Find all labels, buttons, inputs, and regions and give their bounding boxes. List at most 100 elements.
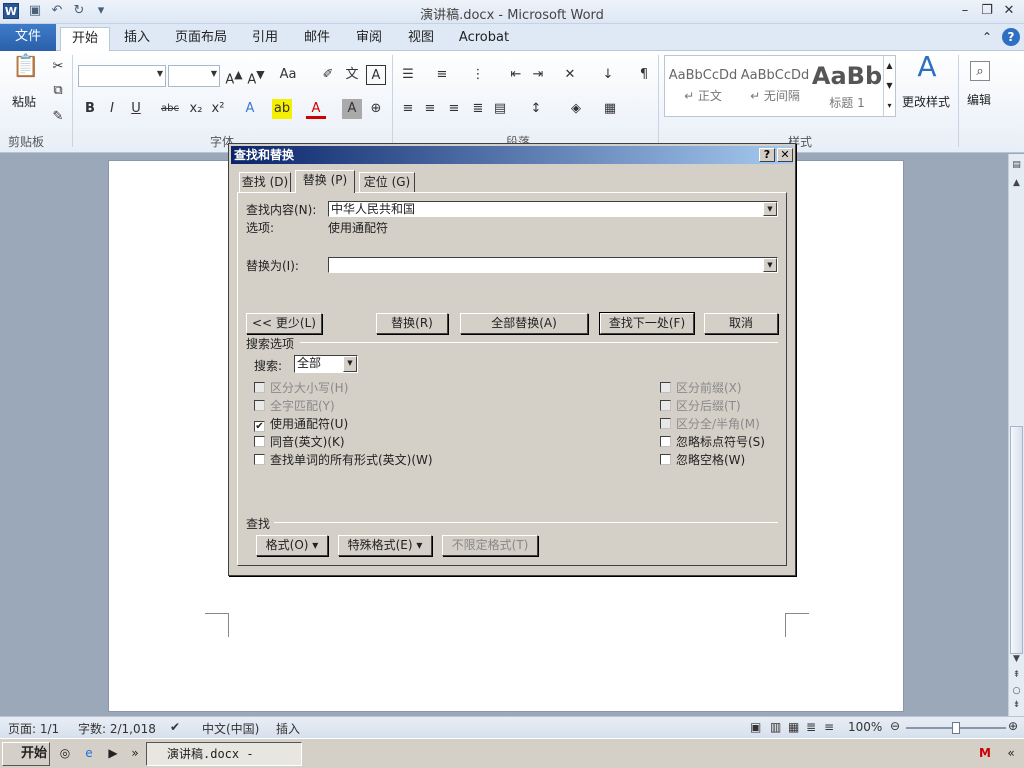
previous-page-icon[interactable]: ⇞ xyxy=(1009,670,1024,680)
asian-layout-icon[interactable]: ✕ xyxy=(560,65,580,85)
ignore-punctuation-checkbox[interactable]: 忽略标点符号(S) xyxy=(660,433,765,450)
browse-object-icon[interactable]: ○ xyxy=(1009,686,1024,696)
help-button[interactable]: ? xyxy=(759,148,775,162)
align-right-icon[interactable]: ≡ xyxy=(444,99,464,119)
editing-label[interactable]: 编辑 xyxy=(967,91,991,108)
tab-home[interactable]: 开始 xyxy=(60,27,110,52)
numbering-icon[interactable]: ≡ xyxy=(432,65,452,85)
tab-mailings[interactable]: 邮件 xyxy=(296,27,338,51)
find-dropdown-icon[interactable]: ▼ xyxy=(763,202,777,216)
start-button[interactable]: 开始 xyxy=(2,742,50,766)
outline-icon[interactable]: ≣ xyxy=(806,720,816,734)
find-input[interactable]: 中华人民共和国 ▼ xyxy=(328,201,778,217)
tab-review[interactable]: 审阅 xyxy=(348,27,390,51)
cut-icon[interactable]: ✂ xyxy=(48,57,68,77)
change-styles-label[interactable]: 更改样式 xyxy=(902,93,950,110)
help-icon[interactable]: ? xyxy=(1002,28,1020,46)
change-styles-icon[interactable]: A xyxy=(912,53,942,89)
dialog-close-button[interactable]: ✕ xyxy=(777,148,793,162)
tab-goto[interactable]: 定位 (G) xyxy=(359,172,415,192)
copy-icon[interactable]: ⧉ xyxy=(48,81,68,101)
tray-expand-icon[interactable]: « xyxy=(1002,744,1020,762)
special-format-button[interactable]: 特殊格式(E) ▾ xyxy=(338,535,432,556)
line-spacing-icon[interactable]: ↕ xyxy=(526,99,546,119)
enclose-characters-icon[interactable]: ⊕ xyxy=(366,99,386,119)
vertical-scrollbar[interactable]: ▤ ▲ ▼ ⇞ ○ ⇟ xyxy=(1008,154,1024,716)
tab-file[interactable]: 文件 xyxy=(0,24,56,51)
text-effects-icon[interactable]: A xyxy=(240,99,260,119)
ignore-whitespace-checkbox[interactable]: 忽略空格(W) xyxy=(660,451,745,468)
shading-icon[interactable]: ◈ xyxy=(566,99,586,119)
sort-icon[interactable]: ↓ xyxy=(598,65,618,85)
justify-icon[interactable]: ≣ xyxy=(468,99,488,119)
tab-find[interactable]: 查找 (D) xyxy=(239,172,291,192)
font-color-icon[interactable]: A xyxy=(306,99,326,119)
italic-icon[interactable]: I xyxy=(102,99,122,119)
desktop-icon[interactable]: ◎ xyxy=(56,744,74,762)
grow-font-icon[interactable]: A▲ xyxy=(224,65,244,87)
zoom-slider-knob[interactable] xyxy=(952,722,960,734)
underline-icon[interactable]: U xyxy=(126,99,146,119)
tab-view[interactable]: 视图 xyxy=(400,27,442,51)
close-icon[interactable]: ✕ xyxy=(1000,2,1018,20)
bullets-icon[interactable]: ☰ xyxy=(398,65,418,85)
sounds-like-checkbox[interactable]: 同音(英文)(K) xyxy=(254,433,345,450)
tray-app-icon[interactable]: M xyxy=(976,744,994,762)
match-prefix-checkbox[interactable]: 区分前缀(X) xyxy=(660,379,742,396)
scroll-up-icon[interactable]: ▲ xyxy=(1009,178,1024,188)
tab-insert[interactable]: 插入 xyxy=(116,27,158,51)
zoom-level[interactable]: 100% xyxy=(848,720,882,734)
search-direction-select[interactable]: 全部 ▼ xyxy=(294,355,358,373)
minimize-ribbon-icon[interactable]: ⌃ xyxy=(978,28,996,46)
align-left-icon[interactable]: ≡ xyxy=(398,99,418,119)
scroll-down-icon[interactable]: ▼ xyxy=(1009,654,1024,664)
paste-label[interactable]: 粘贴 xyxy=(12,93,36,110)
font-size-combo[interactable]: ▼ xyxy=(168,65,220,87)
web-layout-icon[interactable]: ▦ xyxy=(788,720,799,734)
all-word-forms-checkbox[interactable]: 查找单词的所有形式(英文)(W) xyxy=(254,451,433,468)
restore-icon[interactable]: ❐ xyxy=(978,2,996,20)
distributed-icon[interactable]: ▤ xyxy=(490,99,510,119)
language[interactable]: 中文(中国) xyxy=(202,720,259,737)
shrink-font-icon[interactable]: A▼ xyxy=(246,65,266,87)
style-no-spacing[interactable]: AaBbCcDd ↵ 无间隔 xyxy=(739,56,811,116)
character-shading-icon[interactable]: A xyxy=(342,99,362,119)
draft-icon[interactable]: ≡ xyxy=(824,720,834,734)
style-normal[interactable]: AaBbCcDd ↵ 正文 xyxy=(667,56,739,116)
zoom-out-icon[interactable]: ⊖ xyxy=(890,719,900,733)
subscript-icon[interactable]: x₂ xyxy=(186,99,206,119)
format-button[interactable]: 格式(O) ▾ xyxy=(256,535,328,556)
search-direction-dropdown-icon[interactable]: ▼ xyxy=(343,356,357,372)
bold-icon[interactable]: B xyxy=(80,99,100,119)
proofing-icon[interactable]: ✔ xyxy=(170,720,180,734)
phonetic-guide-icon[interactable]: 文 xyxy=(342,65,362,85)
font-name-combo[interactable]: ▼ xyxy=(78,65,166,87)
find-next-button[interactable]: 查找下一处(F) xyxy=(599,312,695,335)
scroll-thumb[interactable] xyxy=(1010,426,1023,654)
word-count[interactable]: 字数: 2/1,018 xyxy=(78,720,156,737)
dialog-title-bar[interactable]: 查找和替换 xyxy=(231,146,793,164)
increase-indent-icon[interactable]: ⇥ xyxy=(528,65,548,85)
match-suffix-checkbox[interactable]: 区分后缀(T) xyxy=(660,397,741,414)
style-heading-1[interactable]: AaBb 标题 1 xyxy=(811,56,883,116)
multilevel-list-icon[interactable]: ⋮ xyxy=(468,65,488,85)
clear-formatting-icon[interactable]: ✐ xyxy=(318,65,338,85)
format-painter-icon[interactable]: ✎ xyxy=(48,107,68,127)
tab-references[interactable]: 引用 xyxy=(244,27,286,51)
replace-button[interactable]: 替换(R) xyxy=(376,313,448,334)
print-layout-icon[interactable]: ▣ xyxy=(750,720,761,734)
use-wildcards-checkbox[interactable]: ✔ 使用通配符(U) xyxy=(254,415,348,432)
paste-icon[interactable]: 📋 xyxy=(12,56,40,87)
replace-input[interactable]: ▼ xyxy=(328,257,778,273)
styles-scroll[interactable]: ▲ ▼ ▾ xyxy=(883,56,895,116)
ruler-toggle-icon[interactable]: ▤ xyxy=(1009,160,1024,170)
decrease-indent-icon[interactable]: ⇤ xyxy=(506,65,526,85)
tab-page-layout[interactable]: 页面布局 xyxy=(168,27,234,51)
replace-all-button[interactable]: 全部替换(A) xyxy=(460,313,588,334)
tab-replace[interactable]: 替换 (P) xyxy=(295,170,355,193)
taskbar-word-button[interactable]: 演讲稿.docx - Micro... xyxy=(146,742,302,766)
show-marks-icon[interactable]: ¶ xyxy=(634,65,654,85)
no-formatting-button[interactable]: 不限定格式(T) xyxy=(442,535,538,556)
zoom-slider[interactable] xyxy=(906,722,1006,734)
insert-mode[interactable]: 插入 xyxy=(276,720,300,737)
